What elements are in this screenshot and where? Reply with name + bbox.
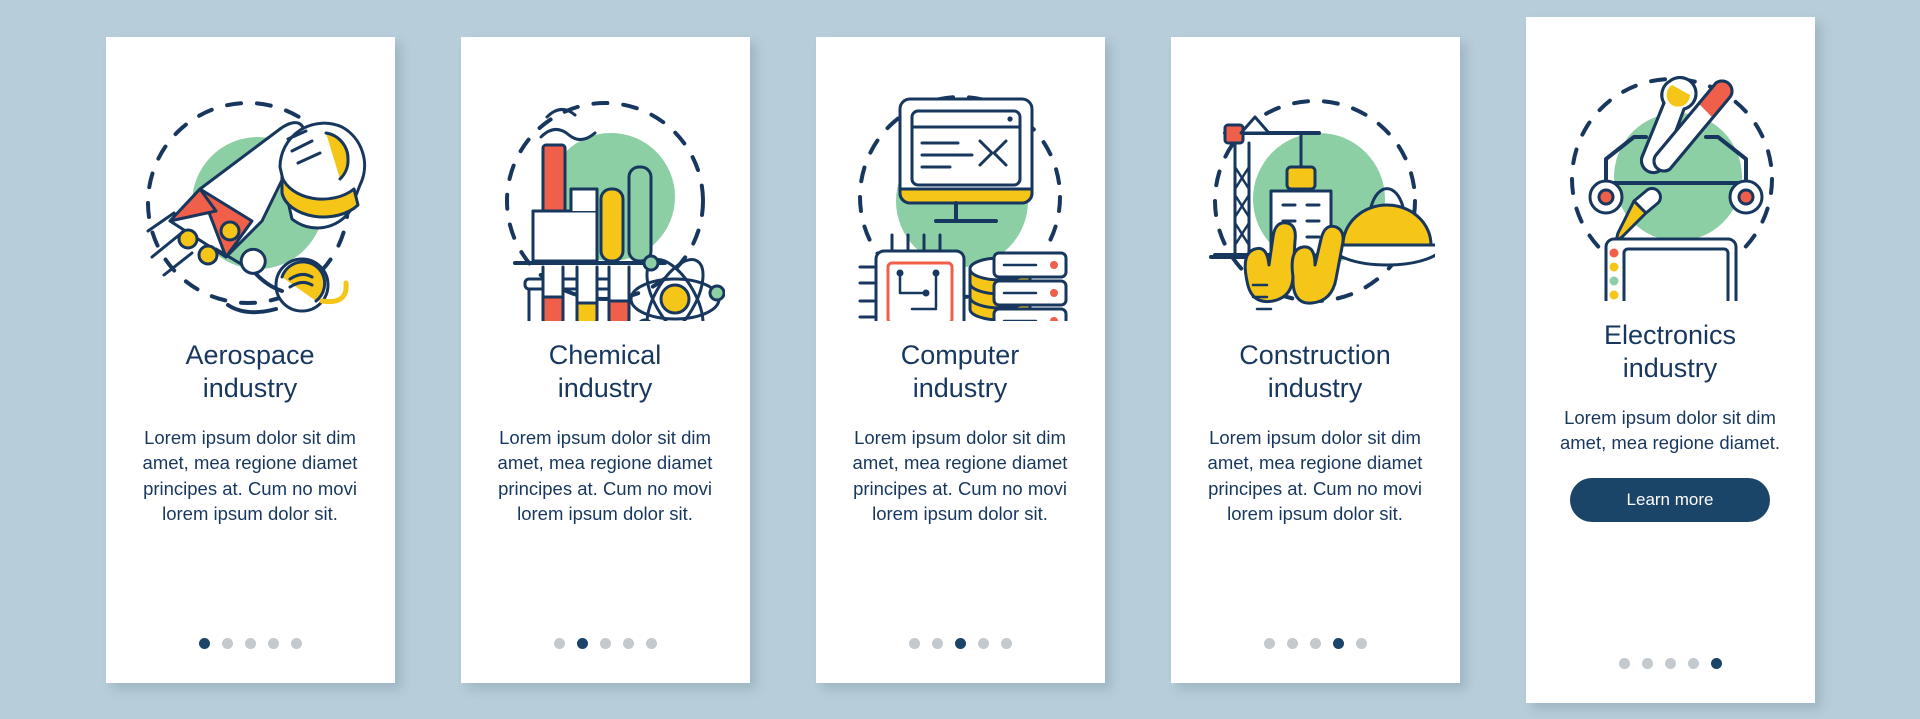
pagination-dot-active[interactable]	[1332, 637, 1344, 649]
card-title-line1: Computer	[900, 339, 1020, 370]
pagination-dot[interactable]	[221, 637, 233, 649]
onboarding-card-chemical: Chemical industry Lorem ipsum dolor sit di…	[460, 36, 750, 683]
card-title-line2: industry	[202, 372, 298, 403]
pagination-dot[interactable]	[1309, 637, 1321, 649]
pagination-dots	[1526, 657, 1815, 669]
pagination-dot[interactable]	[1000, 637, 1012, 649]
pagination-dot-active[interactable]	[576, 637, 588, 649]
card-title-line1: Chemical	[548, 339, 662, 370]
card-description: Lorem ipsum dolor sit dim amet, mea regi…	[852, 426, 1068, 525]
pagination-dot[interactable]	[1618, 657, 1630, 669]
card-title-line2: industry	[1622, 352, 1718, 383]
card-description: Lorem ipsum dolor sit dim amet, mea regi…	[497, 426, 713, 525]
pagination-dot[interactable]	[931, 637, 943, 649]
pagination-dot-active[interactable]	[198, 637, 210, 649]
pagination-dot[interactable]	[622, 637, 634, 649]
card-title-line1: Construction	[1239, 339, 1391, 370]
card-title: Electronics industry	[1545, 319, 1795, 385]
pagination-dot[interactable]	[908, 637, 920, 649]
pagination-dot-active[interactable]	[1710, 657, 1722, 669]
pagination-dot[interactable]	[244, 637, 256, 649]
card-title: Aerospace industry	[125, 339, 375, 405]
pagination-dots	[461, 637, 750, 649]
pagination-dots	[816, 637, 1105, 649]
chemical-illustration	[461, 37, 750, 337]
card-title-line1: Aerospace	[185, 339, 315, 370]
pagination-dots	[106, 637, 395, 649]
construction-illustration	[1171, 37, 1460, 337]
card-row: Aerospace industry Lorem ipsum dolor sit d…	[0, 0, 1920, 719]
pagination-dot[interactable]	[1687, 657, 1699, 669]
card-description: Lorem ipsum dolor sit dim amet, mea regi…	[1559, 406, 1781, 454]
card-title-line2: industry	[557, 372, 653, 403]
card-title: Construction industry	[1190, 339, 1440, 405]
pagination-dot[interactable]	[1286, 637, 1298, 649]
pagination-dot[interactable]	[1664, 657, 1676, 669]
card-title-line2: industry	[912, 372, 1008, 403]
pagination-dot[interactable]	[1641, 657, 1653, 669]
pagination-dot[interactable]	[645, 637, 657, 649]
card-title: Computer industry	[835, 339, 1085, 405]
pagination-dot[interactable]	[553, 637, 565, 649]
card-description: Lorem ipsum dolor sit dim amet, mea regi…	[1207, 426, 1423, 525]
learn-more-button[interactable]: Learn more	[1570, 477, 1770, 522]
onboarding-screens: Aerospace industry Lorem ipsum dolor sit d…	[0, 0, 1920, 719]
pagination-dot[interactable]	[290, 637, 302, 649]
card-description: Lorem ipsum dolor sit dim amet, mea regi…	[142, 426, 358, 525]
pagination-dot[interactable]	[1263, 637, 1275, 649]
card-title-line2: industry	[1267, 372, 1363, 403]
onboarding-card-computer: Computer industry Lorem ipsum dolor sit di…	[815, 36, 1105, 683]
pagination-dot[interactable]	[977, 637, 989, 649]
card-title: Chemical industry	[480, 339, 730, 405]
pagination-dot[interactable]	[1355, 637, 1367, 649]
pagination-dots	[1171, 637, 1460, 649]
electronics-illustration	[1526, 17, 1815, 317]
computer-illustration	[816, 37, 1105, 337]
pagination-dot[interactable]	[599, 637, 611, 649]
onboarding-card-construction: Construction industry Lorem ipsum dolor si…	[1170, 36, 1460, 683]
aerospace-illustration	[106, 37, 395, 337]
onboarding-card-aerospace: Aerospace industry Lorem ipsum dolor sit d…	[105, 36, 395, 683]
pagination-dot-active[interactable]	[954, 637, 966, 649]
onboarding-card-electronics: Electronics industry Lorem ipsum dolor sit…	[1525, 16, 1815, 703]
pagination-dot[interactable]	[267, 637, 279, 649]
card-title-line1: Electronics	[1603, 319, 1737, 350]
